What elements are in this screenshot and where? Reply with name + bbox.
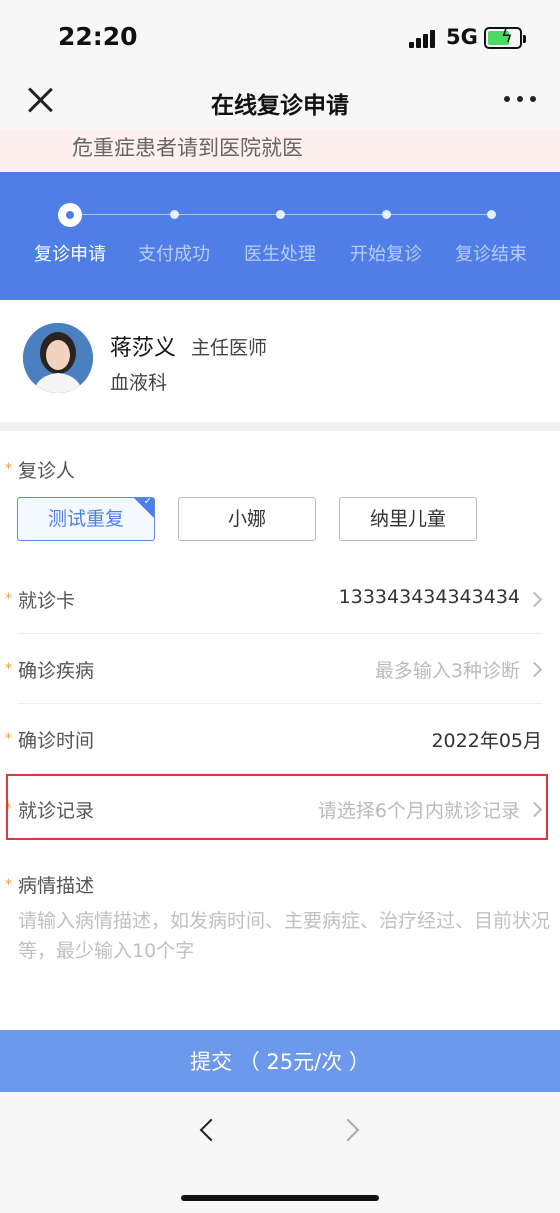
description-input[interactable]: 请输入病情描述，如发病时间、主要病症、治疗经过、目前状况等，最少输入10个字 xyxy=(18,906,558,966)
patient-label: 复诊人 xyxy=(18,460,76,482)
step-dot-2 xyxy=(170,210,179,219)
back-icon[interactable] xyxy=(199,1118,223,1142)
section-gap xyxy=(0,422,560,431)
patient-option-2[interactable]: 小娜 xyxy=(178,497,316,541)
step-label-1: 复诊申请 xyxy=(34,244,106,265)
more-icon[interactable] xyxy=(504,96,536,104)
step-label-4: 开始复诊 xyxy=(350,244,422,265)
nav-bar: 在线复诊申请 xyxy=(0,74,560,130)
patient-option-label: 小娜 xyxy=(227,508,266,530)
chevron-right-icon xyxy=(526,591,543,608)
check-icon: ✓ xyxy=(143,497,152,507)
step-dot-5 xyxy=(487,210,496,219)
doctor-avatar xyxy=(23,323,93,393)
patient-option-3[interactable]: 纳里儿童 xyxy=(339,497,477,541)
diagnosis-time-label: 确诊时间 xyxy=(18,730,95,752)
home-indicator xyxy=(181,1195,379,1201)
diagnosis-time-value: 2022年05月 xyxy=(431,730,542,752)
highlight-box xyxy=(6,774,548,840)
required-mark: * xyxy=(5,591,12,607)
disease-placeholder: 最多输入3种诊断 xyxy=(374,660,520,682)
step-dot-3 xyxy=(276,210,285,219)
chevron-right-icon xyxy=(526,661,543,678)
step-dot-4 xyxy=(382,210,391,219)
patient-option-label: 纳里儿童 xyxy=(369,508,446,530)
disease-row[interactable]: * 确诊疾病 最多输入3种诊断 xyxy=(0,634,560,704)
network-label: 5G xyxy=(446,25,478,49)
required-mark: * xyxy=(5,661,12,677)
warning-text: 危重症患者请到医院就医 xyxy=(72,136,303,160)
step-label-3: 医生处理 xyxy=(244,244,316,265)
submit-button[interactable]: 提交 （ 25元/次 ） xyxy=(0,1030,560,1092)
description-label: 病情描述 xyxy=(18,875,95,897)
signal-icon xyxy=(409,30,439,48)
browser-toolbar xyxy=(0,1092,560,1213)
doctor-title: 主任医师 xyxy=(191,337,268,359)
step-label-5: 复诊结束 xyxy=(455,244,527,265)
required-mark: * xyxy=(5,877,12,893)
card-label: 就诊卡 xyxy=(18,590,76,612)
progress-steps: 复诊申请 支付成功 医生处理 开始复诊 复诊结束 xyxy=(0,172,560,300)
battery-icon: ϟ xyxy=(484,26,526,49)
patient-option-1[interactable]: 测试重复 ✓ xyxy=(17,497,155,541)
page-title: 在线复诊申请 xyxy=(211,93,349,119)
required-mark: * xyxy=(5,461,12,477)
step-label-2: 支付成功 xyxy=(138,244,210,265)
card-value: 133343434343434 xyxy=(338,586,520,608)
doctor-name: 蒋莎义 xyxy=(110,336,177,361)
patient-option-label: 测试重复 xyxy=(47,508,124,530)
required-mark: * xyxy=(5,731,12,747)
forward-icon[interactable] xyxy=(336,1118,360,1142)
status-bar: 22:20 5G ϟ xyxy=(0,0,560,74)
doctor-department: 血液科 xyxy=(110,372,168,394)
warning-banner: 危重症患者请到医院就医 xyxy=(0,130,560,172)
card-row[interactable]: * 就诊卡 133343434343434 xyxy=(0,564,560,634)
status-time: 22:20 xyxy=(58,22,138,51)
diagnosis-time-row[interactable]: * 确诊时间 2022年05月 xyxy=(0,704,560,774)
step-dot-1 xyxy=(58,203,82,227)
disease-label: 确诊疾病 xyxy=(18,660,95,682)
doctor-card: 蒋莎义 主任医师 血液科 xyxy=(0,300,560,422)
